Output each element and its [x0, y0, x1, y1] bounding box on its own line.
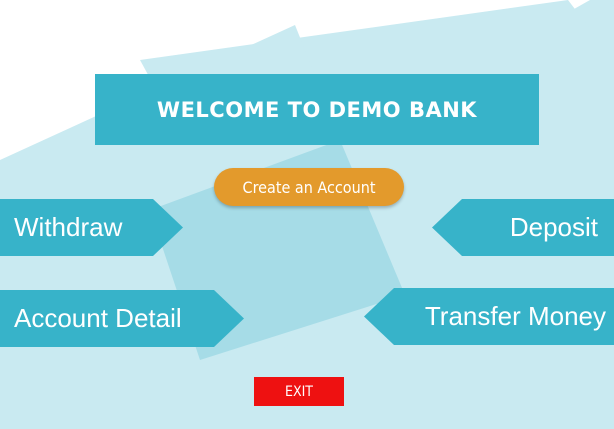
deposit-label: Deposit [509, 212, 598, 242]
account-detail-button[interactable]: Account Detail [0, 290, 244, 347]
create-account-button[interactable]: Create an Account [214, 168, 404, 206]
withdraw-button[interactable]: Withdraw [0, 199, 183, 256]
account-detail-label: Account Detail [14, 303, 182, 333]
transfer-money-label: Transfer Money [424, 301, 606, 331]
welcome-banner: WELCOME TO DEMO BANK [95, 74, 539, 145]
create-account-label: Create an Account [242, 177, 376, 197]
banner-title: WELCOME TO DEMO BANK [156, 97, 478, 122]
withdraw-label: Withdraw [14, 212, 123, 242]
exit-label: EXIT [285, 383, 313, 400]
deposit-button[interactable]: Deposit [432, 199, 614, 256]
exit-button[interactable]: EXIT [254, 377, 344, 406]
transfer-money-button[interactable]: Transfer Money [364, 288, 614, 345]
